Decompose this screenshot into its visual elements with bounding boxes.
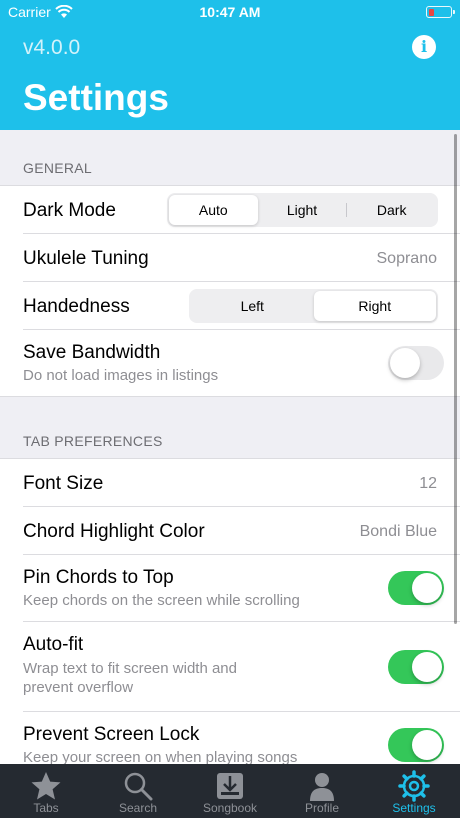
save-bandwidth-label: Save Bandwidth (23, 342, 161, 363)
auto-fit-label: Auto-fit (23, 634, 84, 655)
tab-label: Songbook (202, 801, 258, 815)
status-time: 10:47 AM (199, 4, 261, 20)
scrollbar[interactable] (454, 134, 457, 624)
info-icon[interactable]: i (412, 35, 436, 59)
handedness-segmented-control[interactable]: Left Right (189, 289, 438, 323)
battery-icon (426, 6, 455, 18)
dark-mode-option-auto[interactable]: Auto (169, 195, 258, 225)
tab-label: Tabs (33, 801, 59, 815)
tab-label: Settings (392, 801, 436, 815)
save-bandwidth-toggle[interactable] (388, 346, 444, 380)
pin-chords-toggle[interactable] (388, 571, 444, 605)
download-icon (217, 773, 243, 799)
gear-icon (398, 770, 430, 802)
chord-highlight-color-label: Chord Highlight Color (23, 521, 205, 542)
auto-fit-toggle[interactable] (388, 650, 444, 684)
tab-tabs[interactable]: Tabs (0, 764, 92, 818)
pin-chords-row: Pin Chords to Top Keep chords on the scr… (0, 555, 460, 622)
app-header: Carrier 10:47 AM v4.0.0 i Settings (0, 0, 460, 130)
save-bandwidth-row: Save Bandwidth Do not load images in lis… (0, 330, 460, 397)
app-version: v4.0.0 (23, 36, 81, 59)
tab-bar: Tabs Search Songbook Profile Settings (0, 764, 460, 818)
section-header-tab-preferences: TAB PREFERENCES (0, 397, 460, 459)
search-icon (124, 772, 153, 801)
dark-mode-option-light[interactable]: Light (258, 195, 347, 225)
chord-highlight-color-value: Bondi Blue (359, 523, 437, 540)
settings-list[interactable]: GENERAL Dark Mode Auto Light Dark Ukulel… (0, 130, 460, 764)
section-title: TAB PREFERENCES (23, 433, 163, 449)
chord-highlight-color-row[interactable]: Chord Highlight Color Bondi Blue (0, 507, 460, 555)
pin-chords-subtitle: Keep chords on the screen while scrollin… (23, 592, 300, 609)
auto-fit-subtitle-line1: Wrap text to fit screen width and (23, 660, 237, 677)
page-title: Settings (23, 77, 169, 118)
save-bandwidth-subtitle: Do not load images in listings (23, 367, 219, 384)
tab-songbook[interactable]: Songbook (184, 764, 276, 818)
tab-profile[interactable]: Profile (276, 764, 368, 818)
dark-mode-row: Dark Mode Auto Light Dark (0, 186, 460, 234)
person-icon (310, 773, 334, 801)
font-size-row[interactable]: Font Size 12 (0, 459, 460, 507)
tab-search[interactable]: Search (92, 764, 184, 818)
tab-label: Profile (304, 801, 339, 815)
prevent-screen-lock-label: Prevent Screen Lock (23, 724, 200, 745)
dark-mode-segmented-control[interactable]: Auto Light Dark (167, 193, 438, 227)
font-size-label: Font Size (23, 473, 104, 494)
dark-mode-label: Dark Mode (23, 200, 116, 221)
star-icon (31, 772, 61, 800)
auto-fit-subtitle-line2: prevent overflow (23, 679, 134, 696)
ukulele-tuning-row[interactable]: Ukulele Tuning Soprano (0, 234, 460, 282)
ukulele-tuning-label: Ukulele Tuning (23, 248, 149, 269)
ukulele-tuning-value: Soprano (376, 250, 438, 267)
section-title: GENERAL (23, 160, 93, 176)
auto-fit-row: Auto-fit Wrap text to fit screen width a… (0, 622, 460, 712)
font-size-value: 12 (419, 475, 437, 492)
handedness-option-left[interactable]: Left (191, 291, 314, 321)
prevent-screen-lock-row: Prevent Screen Lock Keep your screen on … (0, 712, 460, 764)
handedness-label: Handedness (23, 296, 130, 317)
dark-mode-option-dark[interactable]: Dark (347, 195, 436, 225)
tab-settings[interactable]: Settings (368, 764, 460, 818)
prevent-screen-lock-subtitle: Keep your screen on when playing songs (23, 749, 298, 764)
tab-label: Search (118, 801, 158, 815)
handedness-row: Handedness Left Right (0, 282, 460, 330)
section-header-general: GENERAL (0, 130, 460, 186)
handedness-option-right[interactable]: Right (313, 291, 436, 321)
pin-chords-label: Pin Chords to Top (23, 567, 174, 588)
status-bar: Carrier 10:47 AM (0, 0, 460, 24)
prevent-screen-lock-toggle[interactable] (388, 728, 444, 762)
